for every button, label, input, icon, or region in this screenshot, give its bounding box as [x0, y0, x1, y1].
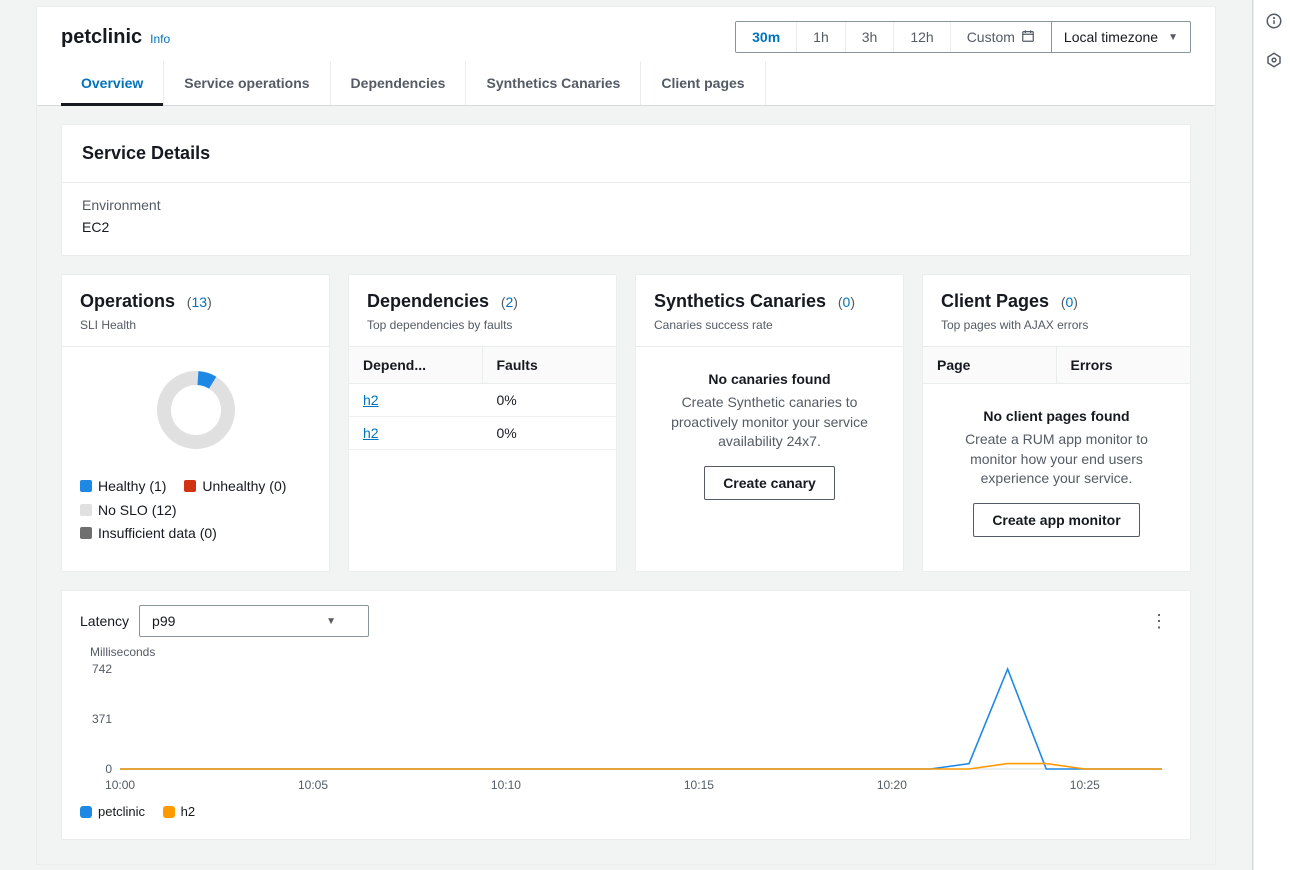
dependencies-card: Dependencies (2) Top dependencies by fau… [348, 274, 617, 572]
tabs: Overview Service operations Dependencies… [37, 61, 1215, 106]
legend-healthy: Healthy (1) [80, 475, 166, 497]
client-pages-subtitle: Top pages with AJAX errors [941, 318, 1172, 332]
latency-chart-panel: Latency p99 ▼ ⋮ Milliseconds 0 371 742 10:0… [61, 590, 1191, 840]
canaries-title: Synthetics Canaries [654, 291, 826, 311]
deps-col-faults: Faults [483, 347, 617, 383]
client-pages-count[interactable]: 0 [1066, 294, 1074, 310]
dependency-link[interactable]: h2 [363, 392, 379, 408]
operations-subtitle: SLI Health [80, 318, 311, 332]
latency-select-value: p99 [152, 613, 175, 629]
tab-client-pages[interactable]: Client pages [641, 61, 765, 105]
deps-col-dependency: Depend... [349, 347, 483, 383]
time-range-controls: 30m 1h 3h 12h Custom [735, 21, 1191, 53]
canaries-empty-desc: Create Synthetic canaries to proactively… [654, 393, 885, 452]
tab-dependencies[interactable]: Dependencies [331, 61, 467, 105]
environment-label: Environment [82, 197, 1170, 213]
latency-percentile-select[interactable]: p99 ▼ [139, 605, 369, 637]
operations-card: Operations (13) SLI Health [61, 274, 330, 572]
settings-hex-icon[interactable] [1265, 51, 1283, 72]
canaries-card: Synthetics Canaries (0) Canaries success… [635, 274, 904, 572]
svg-text:742: 742 [92, 663, 112, 676]
tab-overview[interactable]: Overview [61, 61, 164, 105]
service-details-title: Service Details [62, 125, 1190, 183]
svg-text:10:25: 10:25 [1070, 778, 1100, 792]
dependencies-count[interactable]: 2 [506, 294, 514, 310]
time-range-custom[interactable]: Custom [951, 22, 1051, 52]
chart-menu-button[interactable]: ⋮ [1146, 607, 1172, 636]
client-pages-card: Client Pages (0) Top pages with AJAX err… [922, 274, 1191, 572]
environment-value: EC2 [82, 219, 1170, 235]
pages-col-errors: Errors [1057, 347, 1191, 383]
service-details-panel: Service Details Environment EC2 [61, 124, 1191, 256]
operations-donut [62, 347, 329, 467]
timezone-label: Local timezone [1064, 29, 1158, 45]
table-row: h2 0% [349, 417, 616, 450]
canaries-empty-title: No canaries found [654, 371, 885, 387]
caret-down-icon: ▼ [326, 616, 336, 627]
latency-chart: 0 371 742 10:00 10:05 10:10 10:15 10:20 10:25 [80, 663, 1172, 793]
caret-down-icon: ▼ [1168, 32, 1178, 43]
time-range-12h[interactable]: 12h [894, 22, 950, 52]
dependency-faults: 0% [483, 417, 617, 449]
svg-text:371: 371 [92, 712, 112, 726]
calendar-icon [1021, 29, 1035, 46]
chart-legend-petclinic: petclinic [80, 804, 145, 819]
dependencies-subtitle: Top dependencies by faults [367, 318, 598, 332]
tab-service-operations[interactable]: Service operations [164, 61, 330, 105]
legend-insufficient: Insufficient data (0) [80, 522, 217, 544]
time-range-30m[interactable]: 30m [736, 22, 797, 52]
time-range-3h[interactable]: 3h [846, 22, 895, 52]
canaries-subtitle: Canaries success rate [654, 318, 885, 332]
svg-text:0: 0 [105, 762, 112, 776]
dependency-link[interactable]: h2 [363, 425, 379, 441]
create-app-monitor-button[interactable]: Create app monitor [973, 503, 1139, 537]
dependencies-title: Dependencies [367, 291, 489, 311]
info-icon[interactable] [1265, 12, 1283, 33]
svg-text:10:00: 10:00 [105, 778, 135, 792]
legend-unhealthy: Unhealthy (0) [184, 475, 286, 497]
chart-legend-h2: h2 [163, 804, 195, 819]
time-range-1h[interactable]: 1h [797, 22, 846, 52]
svg-text:10:20: 10:20 [877, 778, 907, 792]
operations-title: Operations [80, 291, 175, 311]
svg-text:10:05: 10:05 [298, 778, 328, 792]
page-title: petclinic [61, 26, 142, 49]
create-canary-button[interactable]: Create canary [704, 466, 835, 500]
svg-text:10:10: 10:10 [491, 778, 521, 792]
operations-count[interactable]: 13 [191, 294, 207, 310]
client-pages-empty-desc: Create a RUM app monitor to monitor how … [941, 430, 1172, 489]
timezone-select[interactable]: Local timezone ▼ [1052, 21, 1191, 53]
info-link[interactable]: Info [150, 32, 170, 46]
tab-synthetics-canaries[interactable]: Synthetics Canaries [466, 61, 641, 105]
client-pages-empty-title: No client pages found [941, 408, 1172, 424]
client-pages-title: Client Pages [941, 291, 1049, 311]
latency-label: Latency [80, 613, 129, 629]
legend-noslo: No SLO (12) [80, 499, 177, 521]
pages-col-page: Page [923, 347, 1057, 383]
table-row: h2 0% [349, 384, 616, 417]
dependency-faults: 0% [483, 384, 617, 416]
time-range-custom-label: Custom [967, 29, 1015, 45]
svg-text:10:15: 10:15 [684, 778, 714, 792]
chart-y-unit: Milliseconds [90, 645, 1172, 659]
canaries-count[interactable]: 0 [843, 294, 851, 310]
